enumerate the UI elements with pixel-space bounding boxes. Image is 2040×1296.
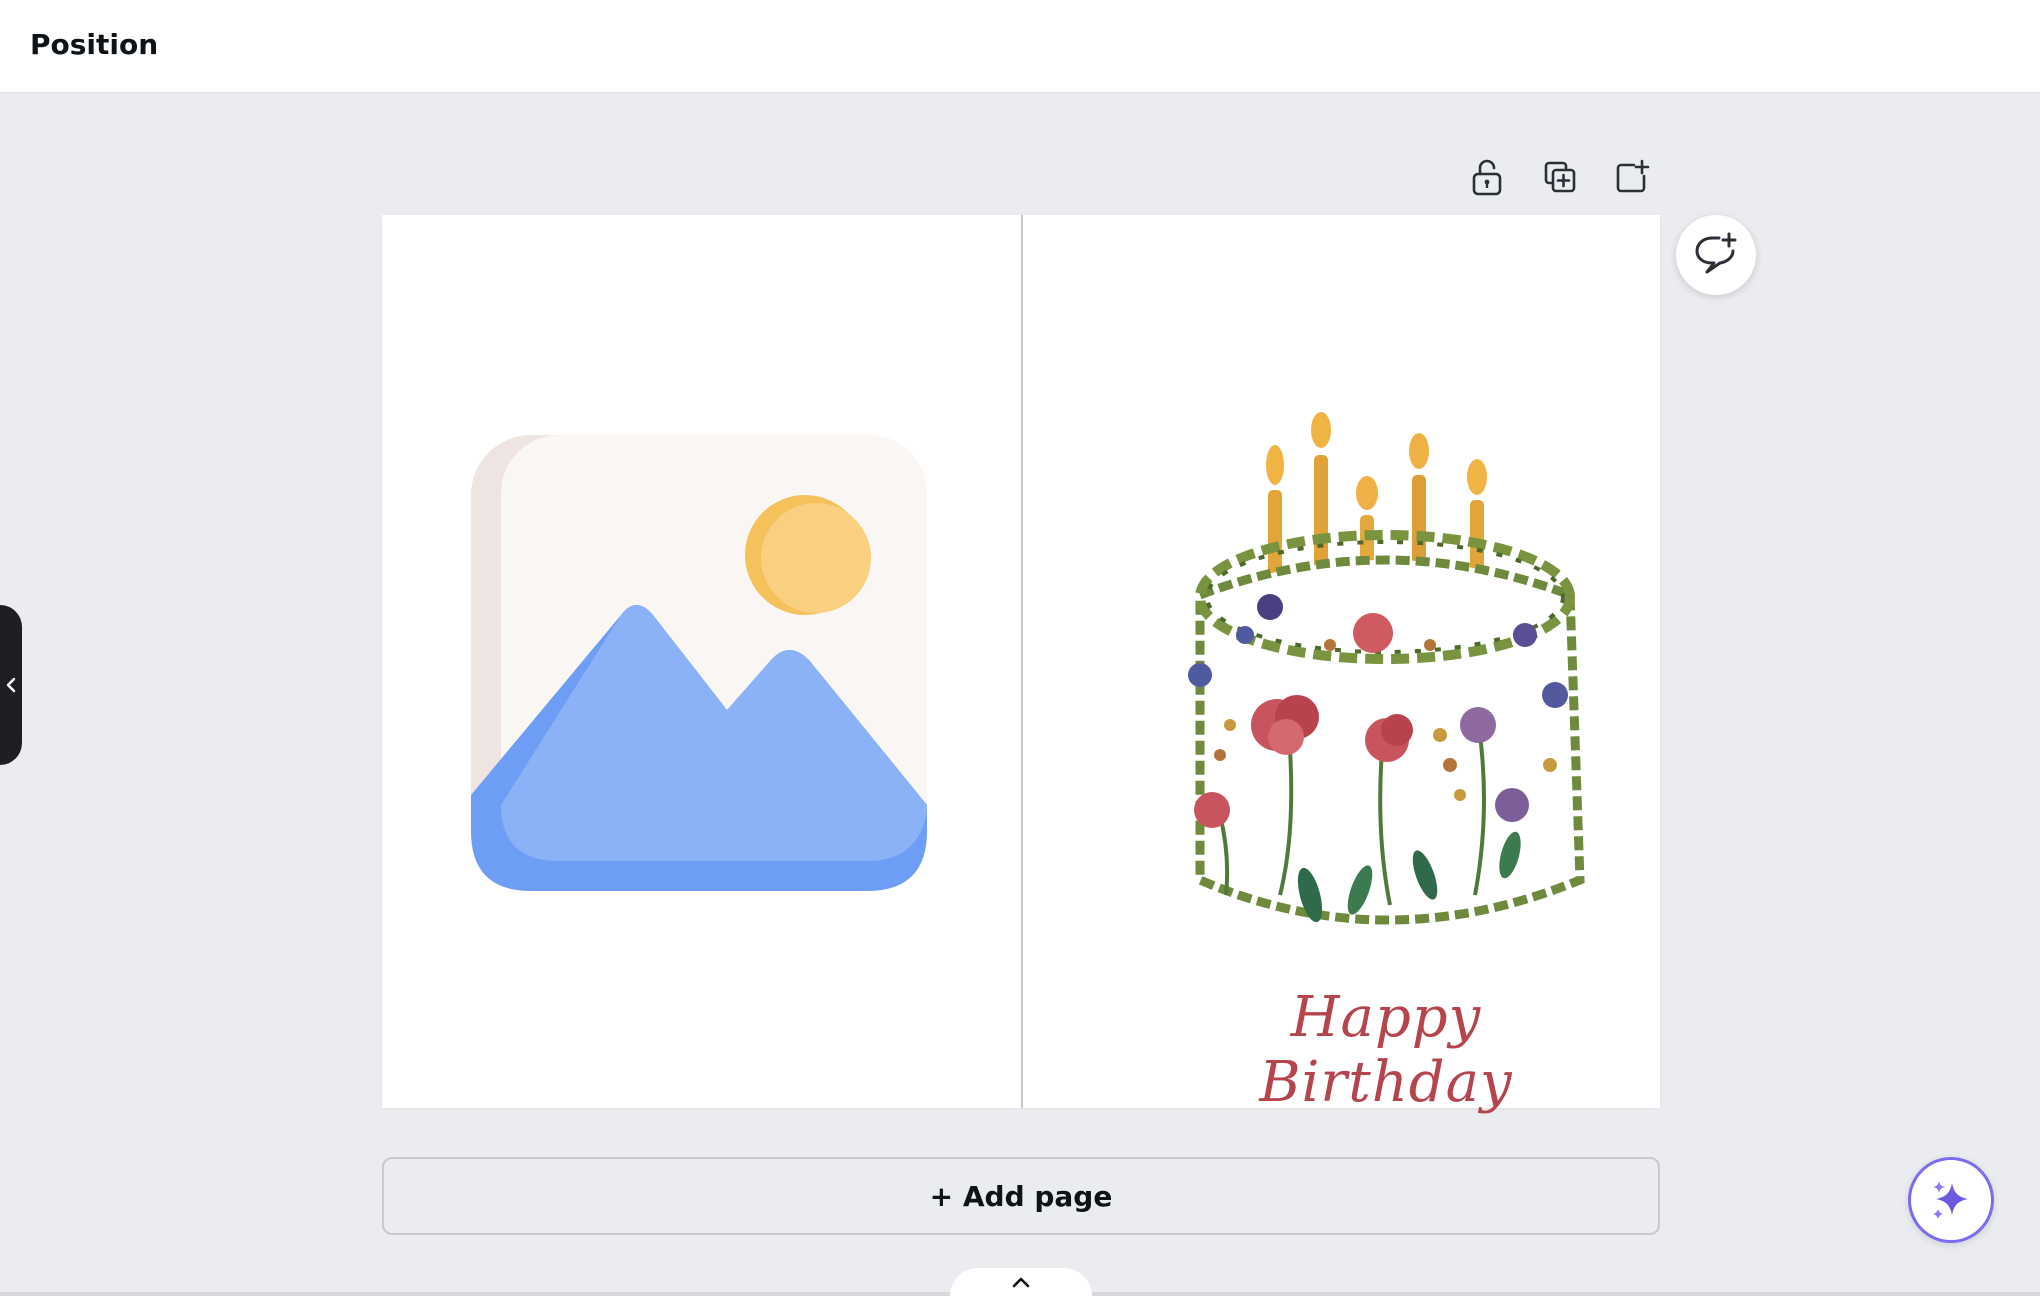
- birthday-cake-illustration[interactable]: [1160, 335, 1610, 985]
- duplicate-page-icon: [1544, 161, 1576, 193]
- add-page-button[interactable]: + Add page: [382, 1157, 1660, 1235]
- add-comment-button[interactable]: [1676, 215, 1756, 295]
- magic-assistant-button[interactable]: [1908, 1157, 1994, 1243]
- chevron-up-icon: [1012, 1277, 1030, 1288]
- add-page-icon-button[interactable]: [1610, 155, 1654, 199]
- lock-page-button[interactable]: [1465, 155, 1509, 199]
- pages-panel-toggle[interactable]: [950, 1268, 1092, 1296]
- add-page-icon: [1616, 159, 1650, 193]
- fold-divider: [1021, 215, 1023, 1108]
- top-bar: Position: [0, 0, 2040, 93]
- greeting-text[interactable]: Happy Birthday: [1181, 985, 1591, 1115]
- sparkle-icon: [1933, 1181, 1968, 1219]
- unlock-icon: [1472, 159, 1502, 196]
- chevron-left-icon: [6, 677, 16, 693]
- side-panel-toggle[interactable]: [0, 605, 22, 765]
- add-comment-icon: [1695, 232, 1737, 274]
- image-placeholder-icon[interactable]: [471, 435, 927, 891]
- duplicate-page-button[interactable]: [1538, 155, 1582, 199]
- panel-title: Position: [30, 28, 159, 61]
- design-page[interactable]: Happy Birthday: [382, 215, 1660, 1115]
